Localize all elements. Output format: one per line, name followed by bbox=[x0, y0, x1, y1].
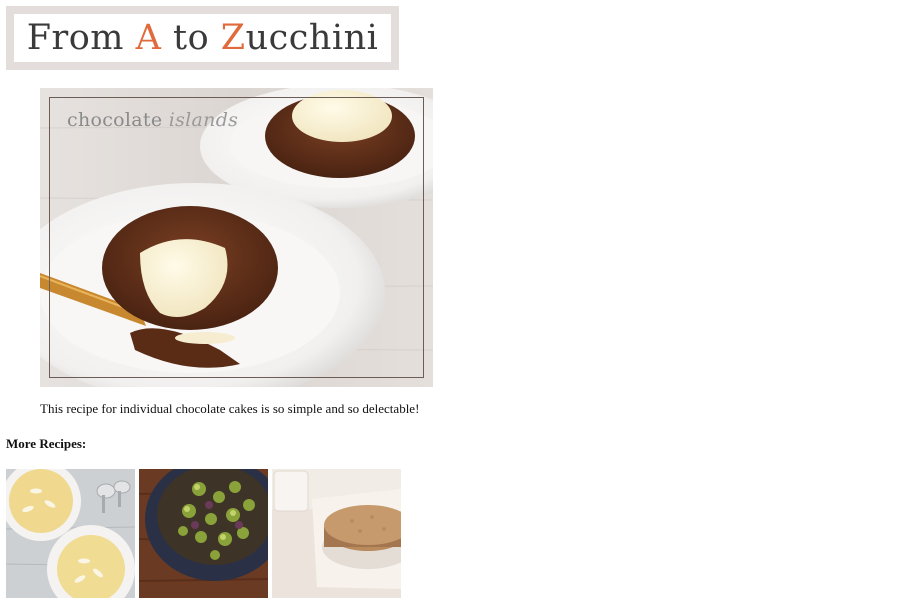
more-recipes-list bbox=[6, 469, 401, 598]
hero-recipe-image[interactable]: chocolate islands bbox=[40, 88, 433, 387]
more-recipes-heading: More Recipes: bbox=[6, 436, 87, 451]
cake-photo bbox=[272, 469, 401, 598]
brussels-sprouts-photo bbox=[139, 469, 268, 598]
soup-photo bbox=[6, 469, 135, 598]
logo-part-2: to bbox=[161, 18, 221, 58]
logo-part-3: ucchini bbox=[245, 18, 379, 58]
hero-title: chocolate islands bbox=[67, 109, 238, 131]
hero-photo bbox=[40, 88, 433, 387]
logo-accent-a: A bbox=[135, 18, 162, 58]
site-logo[interactable]: From A to Zucchini bbox=[6, 6, 399, 70]
recipe-thumbnail-soup[interactable] bbox=[6, 469, 135, 598]
logo-accent-z: Z bbox=[220, 18, 246, 58]
hero-title-word: chocolate bbox=[67, 109, 163, 131]
recipe-thumbnail-cake[interactable] bbox=[272, 469, 401, 598]
hero-title-italic: islands bbox=[168, 109, 239, 131]
logo-part-1: From bbox=[26, 18, 136, 58]
site-logo-text: From A to Zucchini bbox=[14, 14, 391, 62]
recipe-thumbnail-brussels-sprouts[interactable] bbox=[139, 469, 268, 598]
recipe-description: This recipe for individual chocolate cak… bbox=[40, 401, 420, 416]
